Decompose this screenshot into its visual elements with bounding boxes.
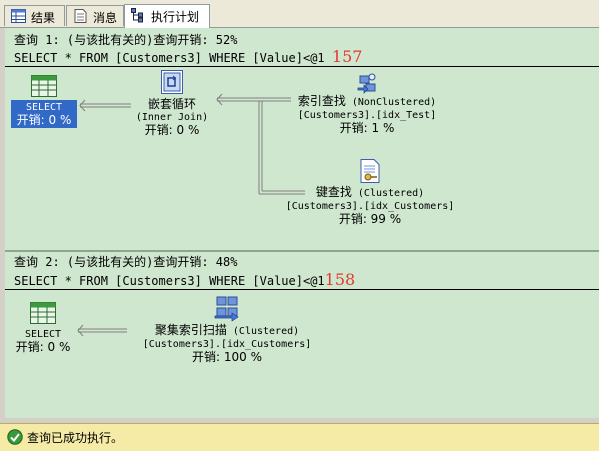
query-2-select-node[interactable]: SELECT 开销: 0 % [13, 302, 73, 354]
query-1-index-seek-node[interactable]: 索引查找 (NonClustered) [Customers3].[idx_Te… [287, 72, 447, 135]
tab-results[interactable]: 结果 [4, 5, 65, 26]
tab-messages-label: 消息 [93, 11, 118, 25]
execution-plan-view[interactable]: 查询 1: (与该批有关的)查询开销: 52% SELECT * FROM [C… [5, 28, 599, 418]
clustered-index-scan-icon [214, 296, 239, 322]
success-check-icon [7, 429, 23, 445]
query-1-key-lookup-node[interactable]: 键查找 (Clustered) [Customers3].[idx_Custom… [275, 159, 465, 226]
result-tabs: 结果 消息 执行计划 [0, 0, 599, 28]
query-2-clustered-scan-detail: (Clustered) [232, 326, 300, 337]
query-1-nested-loops-name: 嵌套循环 [147, 97, 196, 111]
query-1-nested-loops-cost: 开销: 0 % [144, 123, 200, 137]
tab-results-label: 结果 [31, 11, 56, 25]
query-1-key-lookup-cost: 开销: 99 % [338, 212, 402, 226]
query-1-select-node[interactable]: SELECT 开销: 0 % [11, 75, 77, 128]
query-2-clustered-scan-cost: 开销: 100 % [192, 350, 262, 364]
query-1-select-cost: 开销: 0 % [16, 113, 72, 127]
execution-plan-icon [131, 8, 143, 23]
query-2-select-cost: 开销: 0 % [15, 340, 71, 354]
nested-loops-icon [161, 70, 183, 94]
query-1-key-lookup-name: 键查找 [315, 185, 352, 199]
status-text: 查询已成功执行。 [27, 431, 124, 445]
select-grid-icon [31, 75, 57, 97]
index-seek-icon [357, 73, 376, 94]
key-lookup-icon [360, 159, 380, 183]
query-2-clustered-scan-name: 聚集索引扫描 [154, 323, 227, 337]
tab-messages[interactable]: 消息 [66, 5, 124, 26]
query-1-index-seek-name: 索引查找 [297, 94, 346, 108]
query-2-plan: 查询 2: (与该批有关的)查询开销: 48% SELECT * FROM [C… [5, 252, 599, 418]
query-1-key-lookup-detail: (Clustered) [357, 188, 425, 199]
status-bar: 查询已成功执行。 [0, 423, 599, 451]
select-grid-icon [30, 302, 56, 324]
query-2-clustered-scan-node[interactable]: 聚集索引扫描 (Clustered) [Customers3].[idx_Cus… [127, 296, 327, 364]
query-1-index-seek-detail: (NonClustered) [351, 97, 437, 108]
query-1-nested-loops-node[interactable]: 嵌套循环 (Inner Join) 开销: 0 % [117, 70, 227, 137]
document-icon [74, 9, 87, 23]
tab-execution-plan-label: 执行计划 [151, 10, 200, 24]
tab-execution-plan[interactable]: 执行计划 [124, 4, 210, 28]
query-1-plan: 查询 1: (与该批有关的)查询开销: 52% SELECT * FROM [C… [5, 28, 599, 253]
grid-icon [11, 9, 26, 23]
query-1-index-seek-cost: 开销: 1 % [339, 121, 395, 135]
